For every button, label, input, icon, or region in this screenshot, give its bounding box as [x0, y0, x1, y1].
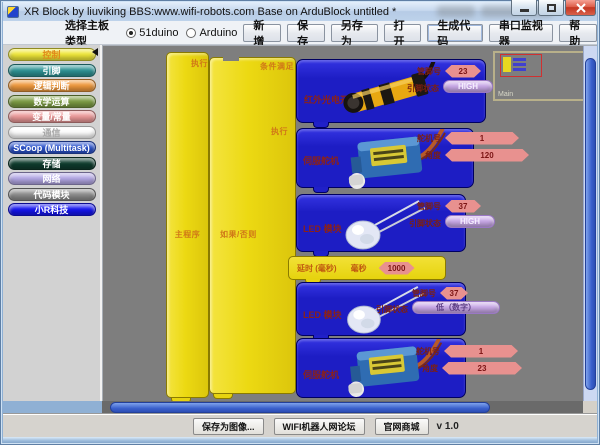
main-exec-label: 执行	[191, 58, 208, 69]
main-program-block[interactable]	[166, 52, 209, 398]
delay-value[interactable]: 1000	[379, 262, 415, 275]
servo-number-value[interactable]: 1	[445, 132, 519, 145]
param-row: 舵机号 1	[417, 131, 519, 145]
official-store-button[interactable]: 官网商城	[375, 418, 429, 435]
category-variables[interactable]: 变量/常量	[8, 110, 96, 123]
block-category-sidebar: 控制 引脚 逻辑判断 数学运算 变量/常量 通信 SCoop (Multitas…	[3, 45, 102, 401]
radio-unselected-icon	[186, 28, 196, 38]
vertical-scrollbar[interactable]	[583, 46, 597, 401]
horizontal-scrollbar-thumb[interactable]	[110, 402, 490, 413]
vertical-scrollbar-thumb[interactable]	[585, 58, 596, 390]
if-else-label: 如果/否则	[220, 229, 257, 240]
pin-state-value[interactable]: 低（数字）	[412, 301, 500, 314]
main-program-label: 主程序	[166, 229, 209, 240]
led-block-1[interactable]: LED 模块 管脚号 37 引脚状态 HIGH	[296, 194, 466, 252]
param-row: 引脚状态 低（数字）	[376, 302, 500, 316]
close-button[interactable]	[565, 0, 596, 16]
servo-number-value[interactable]: 1	[444, 345, 518, 358]
category-math[interactable]: 数学运算	[8, 95, 96, 108]
radio-arduino[interactable]: Arduino	[186, 27, 237, 39]
category-xiaor-tech[interactable]: 小R科技	[8, 203, 96, 216]
param-row: 舵机号 1	[416, 344, 518, 358]
category-logic[interactable]: 逻辑判断	[8, 79, 96, 92]
minimap-blue-block	[513, 68, 526, 71]
minimize-icon	[520, 9, 529, 12]
minimap-blue-block	[513, 58, 526, 61]
minimap-caption: Main	[498, 91, 513, 98]
maximize-icon	[547, 4, 556, 12]
window-bottom-edge	[3, 437, 597, 443]
servo-block-2[interactable]: 伺服舵机 舵机号 1 角度	[296, 338, 466, 398]
pin-state-value[interactable]: HIGH	[445, 215, 495, 228]
blurred-region	[437, 6, 475, 17]
if-else-block[interactable]	[209, 57, 296, 394]
new-button[interactable]: 新增	[243, 24, 281, 42]
window-controls	[510, 0, 596, 16]
wifi-robot-forum-button[interactable]: WIFI机器人网论坛	[274, 418, 365, 435]
category-communication[interactable]: 通信	[8, 126, 96, 139]
minimap-yellow-block	[503, 57, 511, 72]
block-connector	[313, 187, 329, 193]
servo-block-1[interactable]: 伺服舵机 舵机号 1 角度	[296, 128, 474, 188]
radio-selected-icon	[126, 28, 136, 38]
category-network[interactable]: 网络	[8, 172, 96, 185]
minimize-button[interactable]	[511, 0, 537, 16]
minimap[interactable]: Main	[493, 51, 585, 101]
radio-51duino[interactable]: 51duino	[126, 27, 178, 39]
servo-angle-value[interactable]: 120	[445, 149, 529, 162]
save-as-button[interactable]: 另存为	[331, 24, 378, 42]
if-block-notch	[223, 57, 239, 61]
param-row: 引脚状态 HIGH	[409, 216, 495, 230]
param-row: 管脚号 37	[412, 286, 468, 300]
version-label: v 1.0	[437, 421, 459, 432]
application-window: XR Block by liuviking BBS:www.wifi-robot…	[0, 0, 600, 445]
pin-number-value[interactable]: 37	[445, 200, 481, 213]
param-row: 管脚号 37	[417, 199, 481, 213]
pin-number-value[interactable]: 23	[445, 65, 481, 78]
if-action-label: 执行	[271, 126, 288, 137]
close-icon	[576, 3, 586, 13]
save-button[interactable]: 保存	[287, 24, 325, 42]
param-row: 角度 23	[422, 361, 522, 375]
category-storage[interactable]: 存储	[8, 157, 96, 170]
minimap-viewport[interactable]	[500, 54, 542, 77]
param-row: 引脚状态 HIGH	[407, 81, 493, 95]
maximize-button[interactable]	[538, 0, 564, 16]
delay-block[interactable]: 延时 (毫秒) 毫秒 1000	[288, 256, 446, 280]
open-button[interactable]: 打开	[384, 24, 422, 42]
horizontal-scrollbar[interactable]	[102, 401, 583, 414]
category-code-module[interactable]: 代码模块	[8, 188, 96, 201]
param-row: 管脚号 23	[417, 64, 481, 78]
toolbar: 选择主板类型 51duino Arduino 新增 保存 另存为 打开 生成代码…	[3, 21, 597, 45]
category-scoop[interactable]: SCoop (Multitask)	[8, 141, 96, 154]
generate-code-button[interactable]: 生成代码	[427, 24, 483, 42]
scrollbar-corner	[583, 401, 597, 414]
ir-sensor-block[interactable]: 红外光电开关 管脚号 23 引脚状态 HIGH	[296, 59, 486, 123]
serial-monitor-button[interactable]: 串口监视器	[489, 24, 553, 42]
if-block-tab	[213, 394, 233, 399]
servo-angle-value[interactable]: 23	[442, 362, 522, 375]
app-icon	[7, 6, 19, 18]
led-block-2[interactable]: LED 模块 管脚号 37 引脚状态 低（数字）	[296, 282, 466, 336]
save-as-image-button[interactable]: 保存为图像...	[193, 418, 264, 435]
category-control[interactable]: 控制	[8, 48, 96, 61]
program-canvas[interactable]: 执行 主程序 条件满足 执行 如果/否则 红外光电开关	[102, 45, 597, 401]
if-condition-label: 条件满足	[260, 61, 294, 72]
minimap-blue-block	[513, 63, 526, 66]
board-type-label: 选择主板类型	[65, 17, 118, 49]
param-row: 角度 120	[425, 148, 529, 162]
help-button[interactable]: 帮助	[559, 24, 597, 42]
pin-state-value[interactable]: HIGH	[443, 80, 493, 93]
collapse-arrow-icon[interactable]	[92, 48, 98, 56]
footer-bar: 保存为图像... WIFI机器人网论坛 官网商城 v 1.0	[3, 414, 597, 437]
pin-number-value[interactable]: 37	[440, 287, 468, 300]
category-pins[interactable]: 引脚	[8, 64, 96, 77]
